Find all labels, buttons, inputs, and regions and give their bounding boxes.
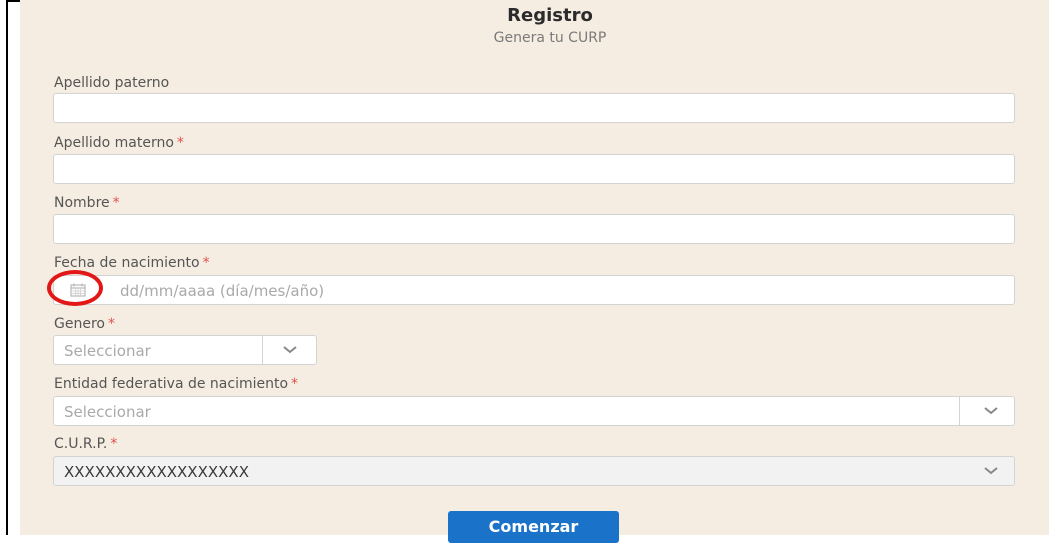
fecha-placeholder: dd/mm/aaaa (día/mes/año)	[120, 282, 325, 300]
select-divider	[959, 397, 960, 425]
curp-label-text: C.U.R.P.	[54, 436, 108, 452]
genero-select[interactable]: Seleccionar	[53, 335, 317, 365]
entidad-label: Entidad federativa de nacimiento *	[54, 376, 298, 392]
chevron-down-icon[interactable]	[982, 403, 1000, 417]
select-divider	[262, 336, 263, 364]
highlight-circle	[47, 270, 103, 306]
page-subtitle: Genera tu CURP	[493, 30, 607, 46]
apellido-materno-label-text: Apellido materno	[54, 135, 174, 151]
apellido-paterno-label-text: Apellido paterno	[54, 75, 170, 91]
nombre-label-text: Nombre	[54, 195, 110, 211]
apellido-paterno-label: Apellido paterno	[54, 75, 169, 91]
page-title: Registro	[507, 5, 593, 26]
entidad-select[interactable]: Seleccionar	[53, 396, 1015, 426]
apellido-materno-input[interactable]	[53, 154, 1015, 184]
required-marker: *	[176, 135, 184, 151]
curp-field[interactable]: XXXXXXXXXXXXXXXXXX	[53, 456, 1015, 486]
nombre-label: Nombre *	[54, 195, 120, 211]
entidad-selected-value: Seleccionar	[64, 403, 151, 421]
apellido-paterno-input[interactable]	[53, 93, 1015, 123]
genero-label: Genero *	[54, 316, 115, 332]
fecha-nacimiento-input[interactable]: dd/mm/aaaa (día/mes/año)	[53, 275, 1015, 305]
curp-value: XXXXXXXXXXXXXXXXXX	[64, 463, 249, 481]
required-marker: *	[202, 255, 210, 271]
curp-label: C.U.R.P. *	[54, 436, 117, 452]
chevron-down-icon[interactable]	[281, 342, 299, 356]
fecha-label-text: Fecha de nacimiento	[54, 255, 200, 271]
required-marker: *	[291, 376, 299, 392]
genero-label-text: Genero	[54, 316, 105, 332]
entidad-label-text: Entidad federativa de nacimiento	[54, 376, 289, 392]
required-marker: *	[107, 316, 115, 332]
genero-selected-value: Seleccionar	[64, 342, 151, 360]
required-marker: *	[110, 436, 118, 452]
chevron-down-icon[interactable]	[982, 463, 1000, 477]
comenzar-button[interactable]: Comenzar	[448, 511, 619, 543]
apellido-materno-label: Apellido materno *	[54, 135, 184, 151]
fecha-label: Fecha de nacimiento *	[54, 255, 210, 271]
nombre-input[interactable]	[53, 214, 1015, 244]
required-marker: *	[112, 195, 120, 211]
